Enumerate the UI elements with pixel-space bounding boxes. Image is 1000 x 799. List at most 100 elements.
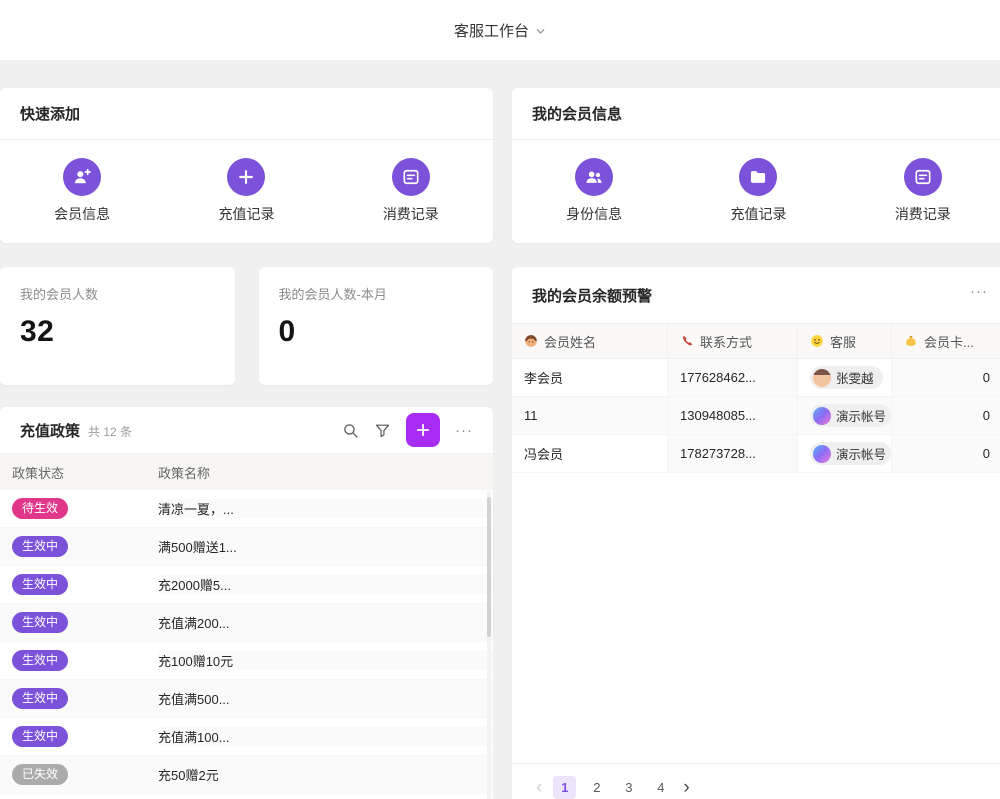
action-label: 身份信息: [566, 204, 622, 224]
workspace-switcher[interactable]: 客服工作台: [454, 20, 529, 41]
search-icon[interactable]: [342, 422, 359, 439]
avatar: [813, 407, 831, 425]
member-row[interactable]: 11 130948085... 演示帐号 0: [512, 397, 1000, 435]
member-name-cell: 冯会员: [512, 435, 668, 472]
policy-name-cell: 清凉一夏，...: [158, 499, 493, 518]
policy-status-cell: 待生效: [0, 498, 158, 519]
workbench-page: 客服工作台 快速添加 会员信息: [0, 0, 1000, 799]
status-badge: 生效中: [12, 726, 68, 747]
filter-icon[interactable]: [374, 422, 391, 439]
member-balance-cell: 0: [892, 359, 1000, 396]
face-icon: [524, 334, 538, 348]
policy-name-cell: 充值满500...: [158, 689, 493, 708]
policy-row[interactable]: 生效中 充值满500...: [0, 680, 493, 718]
policy-row[interactable]: 已失效 充50赠2元: [0, 756, 493, 794]
status-badge: 生效中: [12, 688, 68, 709]
consume-records-button[interactable]: 消费记录: [841, 158, 1000, 224]
people-icon: [575, 158, 613, 196]
member-info-actions: 身份信息 充值记录 消费记录: [512, 140, 1000, 241]
column-label: 会员姓名: [544, 332, 596, 351]
next-page-button[interactable]: ›: [681, 778, 691, 797]
stats-row: 我的会员人数 32 我的会员人数-本月 0: [0, 267, 493, 385]
member-info-card: 我的会员信息 身份信息 充值记录: [512, 88, 1000, 243]
member-contact-cell: 177628462...: [668, 359, 798, 396]
top-bar: 客服工作台: [0, 0, 1000, 60]
member-contact-cell: 178273728...: [668, 435, 798, 472]
left-column: 快速添加 会员信息 充值记录: [0, 88, 493, 799]
member-add-icon: [63, 158, 101, 196]
action-label: 消费记录: [895, 204, 951, 224]
agent-name: 张雯越: [836, 368, 874, 387]
action-label: 充值记录: [218, 204, 274, 224]
page-number-button[interactable]: 1: [553, 776, 576, 799]
stat-value: 32: [20, 315, 215, 349]
quick-add-consume-button[interactable]: 消费记录: [329, 158, 493, 224]
moneybag-icon: [904, 334, 918, 348]
policy-row[interactable]: 生效中 充值满100...: [0, 718, 493, 756]
more-menu-button[interactable]: ···: [455, 423, 473, 438]
recharge-records-button[interactable]: 充值记录: [676, 158, 840, 224]
policy-status-cell: 生效中: [0, 688, 158, 709]
member-row[interactable]: 李会员 177628462... 张雯越 0: [512, 359, 1000, 397]
add-policy-button[interactable]: [406, 413, 440, 447]
balance-warning-card: 我的会员余额预警 ··· 会员姓名 联系方式 客服: [512, 267, 1000, 799]
policy-row[interactable]: 待生效 清凉一夏，...: [0, 490, 493, 528]
scrollbar-thumb[interactable]: [487, 497, 491, 637]
agent-name: 演示帐号: [836, 444, 886, 463]
policy-name-cell: 充50赠2元: [158, 765, 493, 784]
chevron-down-icon[interactable]: [535, 26, 546, 37]
scrollbar-track: [487, 491, 491, 799]
status-badge: 待生效: [12, 498, 68, 519]
stat-label: 我的会员人数: [20, 284, 215, 303]
policy-status-cell: 生效中: [0, 650, 158, 671]
policy-table-header: 政策状态 政策名称: [0, 454, 493, 490]
recharge-policy-card: 充值政策 共 12 条 ···: [0, 407, 493, 799]
column-header-agent: 客服: [798, 324, 892, 358]
receipt-icon: [392, 158, 430, 196]
column-header-card-balance: 会员卡...: [892, 324, 1000, 358]
member-agent-cell: 张雯越: [798, 359, 892, 396]
policy-name-cell: 充值满200...: [158, 613, 493, 632]
stat-value: 0: [279, 315, 474, 349]
page-number-button[interactable]: 2: [585, 776, 608, 799]
member-agent-cell: 演示帐号: [798, 397, 892, 434]
policy-status-cell: 生效中: [0, 726, 158, 747]
card-title: 我的会员信息: [532, 103, 622, 124]
policy-name-cell: 满500赠送1...: [158, 537, 493, 556]
pagination: ‹ 1 2 3 4 ›: [512, 763, 1000, 799]
phone-icon: [680, 334, 694, 348]
policy-row[interactable]: 生效中 满500赠送1...: [0, 528, 493, 566]
more-menu-button[interactable]: ···: [970, 283, 988, 300]
column-label: 联系方式: [700, 332, 752, 351]
member-row[interactable]: 冯会员 178273728... 演示帐号 0: [512, 435, 1000, 473]
action-label: 充值记录: [730, 204, 786, 224]
agent-pill: 张雯越: [810, 366, 883, 389]
right-column: 我的会员信息 身份信息 充值记录: [512, 88, 1000, 799]
card-title: 快速添加: [20, 103, 80, 124]
prev-page-button[interactable]: ‹: [534, 778, 544, 797]
policy-row[interactable]: 生效中 充100赠10元: [0, 642, 493, 680]
policy-status-cell: 生效中: [0, 536, 158, 557]
status-badge: 已失效: [12, 764, 68, 785]
status-badge: 生效中: [12, 650, 68, 671]
action-label: 消费记录: [383, 204, 439, 224]
member-contact-cell: 130948085...: [668, 397, 798, 434]
page-number-button[interactable]: 4: [649, 776, 672, 799]
column-header-member-name: 会员姓名: [512, 324, 668, 358]
identity-info-button[interactable]: 身份信息: [512, 158, 676, 224]
policy-row[interactable]: 生效中 充2000赠5...: [0, 566, 493, 604]
recharge-policy-header: 充值政策 共 12 条 ···: [0, 407, 493, 454]
quick-add-header: 快速添加: [0, 88, 493, 140]
column-header-contact: 联系方式: [668, 324, 798, 358]
card-title: 我的会员余额预警: [532, 285, 652, 306]
page-number-button[interactable]: 3: [617, 776, 640, 799]
balance-warning-header: 我的会员余额预警 ···: [512, 267, 1000, 323]
quick-add-recharge-button[interactable]: 充值记录: [164, 158, 328, 224]
status-badge: 生效中: [12, 574, 68, 595]
quick-add-member-button[interactable]: 会员信息: [0, 158, 164, 224]
quick-add-actions: 会员信息 充值记录 消费记录: [0, 140, 493, 241]
agent-pill: 演示帐号: [810, 442, 891, 465]
column-header-status: 政策状态: [0, 463, 158, 482]
column-label: 客服: [830, 332, 856, 351]
policy-row[interactable]: 生效中 充值满200...: [0, 604, 493, 642]
